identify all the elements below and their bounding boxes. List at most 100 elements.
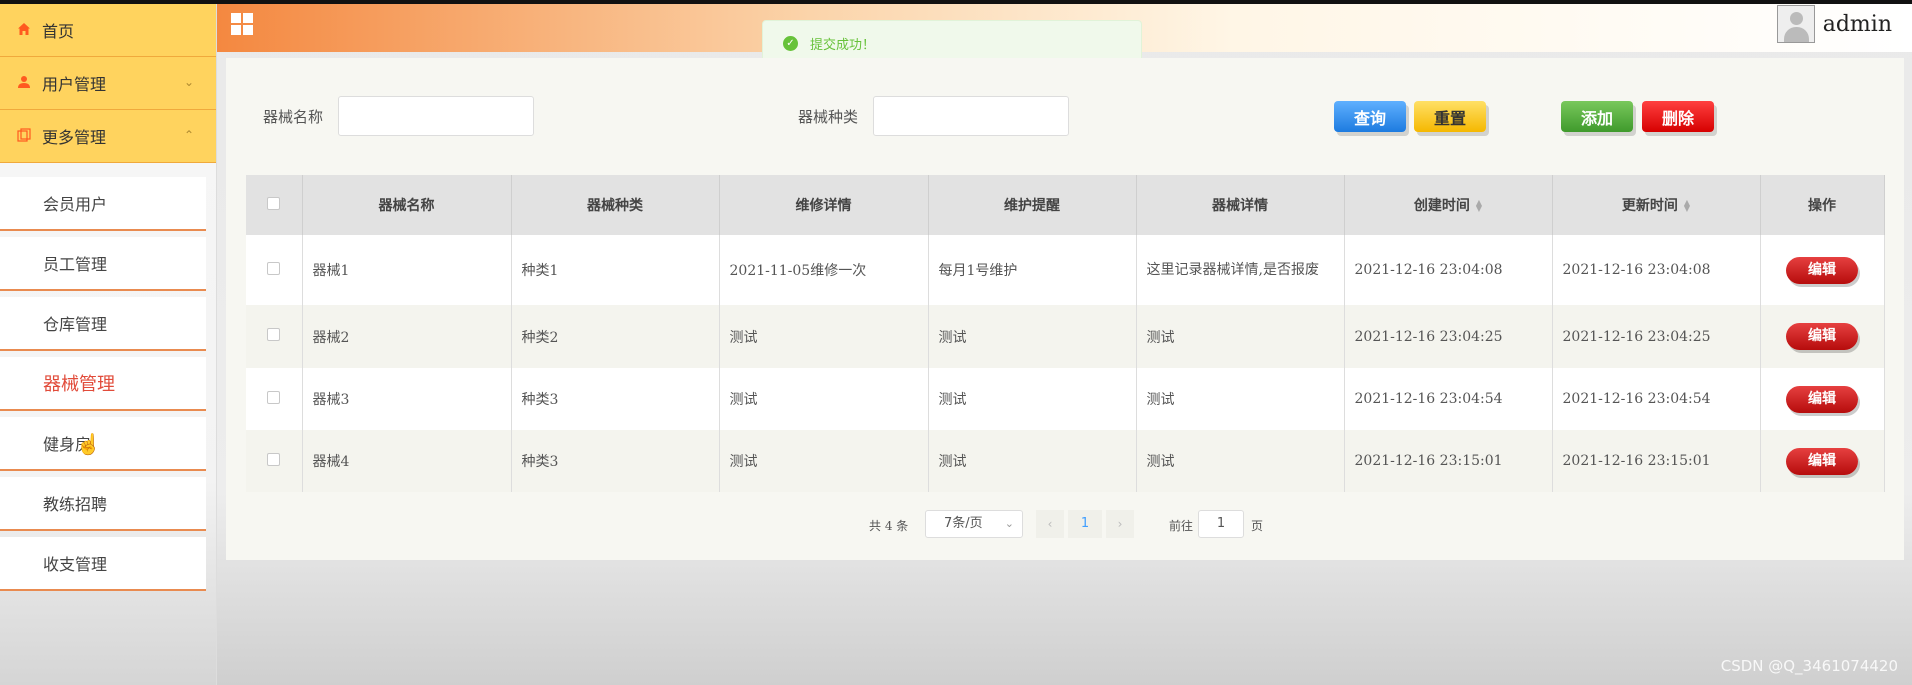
- column-header-updated[interactable]: 更新时间 ▲ ▼: [1552, 175, 1761, 235]
- column-header: 操作: [1760, 175, 1885, 235]
- cell-updated: 2021-12-16 23:04:08: [1552, 235, 1761, 305]
- row-checkbox-cell: [246, 305, 303, 368]
- cell-maintain: 测试: [928, 430, 1137, 492]
- user-icon: [16, 75, 32, 91]
- menu-user-management-label: 用户管理: [42, 75, 107, 94]
- name-search-label: 器械名称: [263, 108, 324, 126]
- column-header: 器械种类: [511, 175, 720, 235]
- name-search-input[interactable]: [338, 96, 534, 136]
- cell-updated: 2021-12-16 23:04:54: [1552, 368, 1761, 430]
- menu-user-management[interactable]: 用户管理 ⌄: [0, 57, 216, 110]
- menu-more-management[interactable]: 更多管理 ⌃: [0, 110, 216, 163]
- cell-type: 种类2: [511, 305, 720, 368]
- cell-updated: 2021-12-16 23:15:01: [1552, 430, 1761, 492]
- avatar: [1776, 5, 1815, 43]
- copy-icon: [16, 128, 32, 144]
- select-all-checkbox-cell: [246, 175, 303, 235]
- sidebar-item-label: 员工管理: [43, 255, 108, 274]
- sidebar: 首页 用户管理 ⌄ 更多管理 ⌃ 会员用户 员工管理 仓库管理 器械管理 健身房…: [0, 4, 217, 685]
- cell-action: 编辑: [1760, 368, 1885, 430]
- cell-type: 种类3: [511, 430, 720, 492]
- sidebar-item-member-users[interactable]: 会员用户: [0, 177, 206, 231]
- table-row: 器械3 种类3 测试 测试 测试 2021-12-16 23:04:54 202…: [246, 368, 1885, 430]
- goto-label: 前往: [1169, 519, 1194, 533]
- cell-repair: 测试: [719, 368, 929, 430]
- edit-button[interactable]: 编辑: [1786, 385, 1858, 413]
- page-number[interactable]: 1: [1068, 510, 1102, 538]
- sidebar-item-coach-recruit[interactable]: 教练招聘: [0, 477, 206, 531]
- cell-type: 种类3: [511, 368, 720, 430]
- watermark: CSDN @Q_3461074420: [1720, 657, 1898, 675]
- sidebar-item-gym[interactable]: 健身房: [0, 417, 206, 471]
- goto-page-input[interactable]: 1: [1198, 510, 1244, 538]
- cell-maintain: 测试: [928, 305, 1137, 368]
- next-page-button[interactable]: ›: [1106, 510, 1134, 538]
- page-size-select[interactable]: 7条/页 ⌄: [925, 510, 1023, 538]
- sidebar-item-label: 仓库管理: [43, 315, 108, 334]
- chevron-up-icon: ⌃: [183, 128, 194, 142]
- cell-action: 编辑: [1760, 430, 1885, 492]
- submenu: 会员用户 员工管理 仓库管理 器械管理 健身房 教练招聘 收支管理: [0, 163, 216, 591]
- toast-message: 提交成功！: [810, 37, 876, 53]
- edit-button[interactable]: 编辑: [1786, 256, 1858, 284]
- select-all-checkbox[interactable]: [267, 196, 281, 210]
- row-checkbox[interactable]: [267, 390, 281, 404]
- cell-detail: 测试: [1136, 430, 1345, 492]
- cell-detail: 测试: [1136, 305, 1345, 368]
- row-checkbox[interactable]: [267, 452, 281, 466]
- column-header: 维修详情: [719, 175, 929, 235]
- cell-maintain: 每月1号维护: [928, 235, 1137, 305]
- type-search-input[interactable]: [873, 96, 1069, 136]
- delete-button[interactable]: 删除: [1642, 101, 1714, 132]
- menu-home-label: 首页: [42, 22, 75, 41]
- cell-action: 编辑: [1760, 305, 1885, 368]
- pagination: 共 4 条 7条/页 ⌄ ‹ 1 › 前往 1 页: [226, 510, 1904, 540]
- menu-home[interactable]: 首页: [0, 4, 216, 57]
- cell-type: 种类1: [511, 235, 720, 305]
- query-button[interactable]: 查询: [1334, 101, 1406, 132]
- sidebar-item-label: 收支管理: [43, 555, 108, 574]
- total-count: 共 4 条: [869, 519, 909, 533]
- column-header-created[interactable]: 创建时间 ▲ ▼: [1344, 175, 1553, 235]
- hand-cursor-icon: ☝: [76, 432, 101, 456]
- table-header-row: 器械名称 器械种类 维修详情 维护提醒 器械详情 创建时间 ▲ ▼ 更新时间 ▲ ▼ 操…: [246, 175, 1885, 235]
- check-circle-icon: ✓: [783, 35, 798, 51]
- sidebar-item-staff[interactable]: 员工管理: [0, 237, 206, 291]
- edit-button[interactable]: 编辑: [1786, 323, 1858, 350]
- chevron-down-icon: ⌄: [1004, 517, 1014, 530]
- prev-page-button[interactable]: ‹: [1036, 510, 1064, 538]
- cell-detail: 测试: [1136, 368, 1345, 430]
- sidebar-item-warehouse[interactable]: 仓库管理: [0, 297, 206, 351]
- row-checkbox-cell: [246, 368, 303, 430]
- edit-button[interactable]: 编辑: [1786, 447, 1858, 475]
- cell-detail: 这里记录器械详情,是否报废: [1136, 235, 1345, 305]
- add-button[interactable]: 添加: [1561, 101, 1633, 132]
- sidebar-item-label: 器械管理: [43, 374, 115, 395]
- table-row: 器械1 种类1 2021-11-05维修一次 每月1号维护 这里记录器械详情,是…: [246, 235, 1885, 305]
- sidebar-item-label: 教练招聘: [43, 495, 108, 514]
- cell-action: 编辑: [1760, 235, 1885, 305]
- grid-menu-icon[interactable]: [231, 13, 253, 35]
- cell-updated: 2021-12-16 23:04:25: [1552, 305, 1761, 368]
- column-header: 器械名称: [302, 175, 512, 235]
- cell-created: 2021-12-16 23:15:01: [1344, 430, 1553, 492]
- sidebar-item-equipment[interactable]: 器械管理: [0, 357, 206, 411]
- cell-name: 器械3: [302, 368, 512, 430]
- sidebar-item-finance[interactable]: 收支管理: [0, 537, 206, 591]
- user-menu[interactable]: admin: [1776, 5, 1892, 43]
- row-checkbox[interactable]: [267, 261, 281, 275]
- cell-created: 2021-12-16 23:04:54: [1344, 368, 1553, 430]
- chevron-down-icon: ⌄: [183, 75, 194, 89]
- cell-maintain: 测试: [928, 368, 1137, 430]
- cell-repair: 测试: [719, 305, 929, 368]
- cell-created: 2021-12-16 23:04:25: [1344, 305, 1553, 368]
- sort-icon[interactable]: ▲ ▼: [1684, 199, 1690, 213]
- table-row: 器械4 种类3 测试 测试 测试 2021-12-16 23:15:01 202…: [246, 430, 1885, 492]
- sidebar-item-label: 会员用户: [43, 195, 108, 214]
- row-checkbox[interactable]: [267, 328, 281, 341]
- reset-button[interactable]: 重置: [1414, 101, 1486, 132]
- cell-name: 器械2: [302, 305, 512, 368]
- sort-icon[interactable]: ▲ ▼: [1476, 199, 1482, 213]
- cell-repair: 2021-11-05维修一次: [719, 235, 929, 305]
- page-suffix: 页: [1251, 519, 1264, 533]
